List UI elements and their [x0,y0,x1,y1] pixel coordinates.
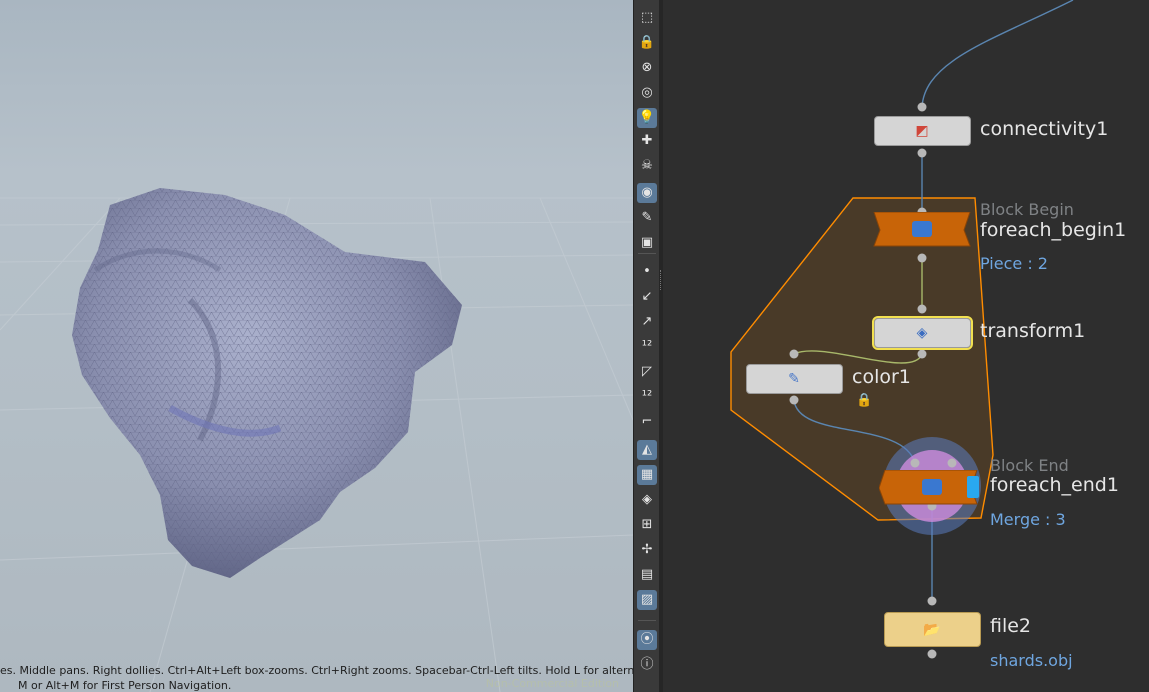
node-stat-piece: Piece : 2 [980,254,1048,273]
node-foreach-end1[interactable] [879,470,985,506]
viewport-hint-line1: es. Middle pans. Right dollies. Ctrl+Alt… [0,664,633,677]
skull-icon[interactable]: ☠ [637,156,657,176]
camera-settings-icon[interactable]: ▣ [637,233,657,253]
select-mode-icon[interactable]: ⬚ [637,8,657,28]
node-transform1[interactable]: ◈ [872,316,973,350]
folder-icon: 📂 [923,622,941,638]
node-type-block-begin: Block Begin [980,200,1074,219]
prim-numbers-icon[interactable]: ¹² [637,387,657,407]
toolbar-separator [638,620,656,621]
prim-normals-icon[interactable]: ◸ [637,362,657,382]
axis-icon[interactable]: ⌐ [637,412,657,432]
light-icon[interactable]: 💡 [637,108,657,128]
node-connectivity1[interactable]: ◩ [874,116,971,146]
color-icon: ✎ [788,371,800,387]
add-light-icon[interactable]: ✚ [637,131,657,151]
watermark-text: Non-Commercial Edition [485,677,619,690]
node-file2[interactable]: 📂 [884,612,981,647]
vertex-icon[interactable]: ↗ [637,312,657,332]
node-foreach-begin1[interactable] [872,212,972,248]
wire-input [921,0,1074,108]
camera-icon[interactable]: ◉ [637,183,657,203]
node-stat-merge: Merge : 3 [990,510,1066,529]
normals-icon[interactable]: ↙ [637,287,657,307]
rock-mesh [72,188,462,578]
node-label-color1: color1 [852,366,911,388]
grid-icon[interactable]: ▦ [637,465,657,485]
network-editor[interactable]: ◩ connectivity1 Block Begin foreach_begi… [663,0,1149,692]
lock-icon[interactable]: 🔒 [856,393,872,408]
node-label-foreach-begin1: foreach_begin1 [980,219,1127,241]
toolbar-separator [638,253,656,254]
viewport-toolbar: ⬚ 🔒 ⊗ ◎ 💡 ✚ ☠ ◉ ✎ ▣ • ↙ ↗ ¹² ◸ ¹² ⌐ ◭ ▦ ◈ ⊞ ✢ ▤ ▨ ⦿ ⓘ [633,0,660,692]
node-label-transform1: transform1 [980,320,1086,342]
snap-icon[interactable]: ⦿ [637,630,657,650]
uv-icon[interactable]: ⊞ [637,515,657,535]
viewport-scene [0,188,633,692]
point-numbers-icon[interactable]: ¹² [637,337,657,357]
node-color1[interactable]: ✎ [746,364,843,394]
transform-handle-icon[interactable]: ✢ [637,540,657,560]
node-stat-file: shards.obj [990,651,1073,670]
node-label-foreach-end1: foreach_end1 [990,474,1119,496]
transform-icon: ◈ [916,325,928,341]
lock-icon[interactable]: 🔒 [637,33,657,53]
shading-icon[interactable]: ◎ [637,83,657,103]
ghost-icon[interactable]: ⊗ [637,58,657,78]
node-type-block-end: Block End [990,456,1069,475]
display-icon[interactable]: ✎ [637,208,657,228]
node-label-connectivity1: connectivity1 [980,118,1109,140]
layer-icon[interactable]: ◈ [637,490,657,510]
scene-viewport[interactable]: es. Middle pans. Right dollies. Ctrl+Alt… [0,0,633,692]
background-image-icon[interactable]: ▨ [637,590,657,610]
viewport-layout-icon[interactable]: ▤ [637,565,657,585]
backface-icon[interactable]: ◭ [637,440,657,460]
points-icon[interactable]: • [637,262,657,282]
node-label-file2: file2 [990,615,1032,637]
info-icon[interactable]: ⓘ [637,655,657,675]
connectivity-icon: ◩ [915,123,929,139]
